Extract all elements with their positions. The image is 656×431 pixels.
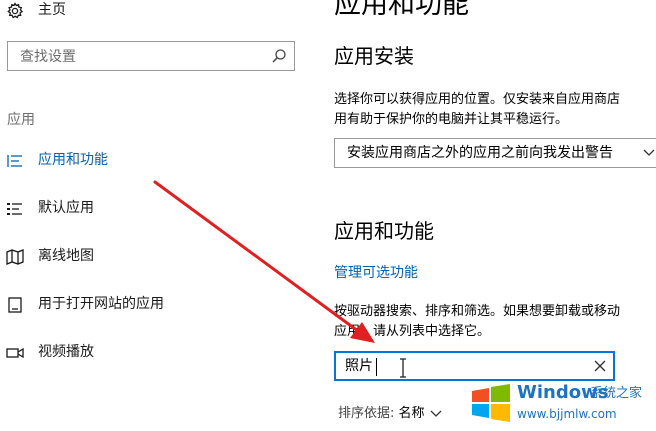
video-icon: [6, 347, 24, 359]
site-watermark: Windows 系统之家 www.bjjmlw.com: [466, 378, 656, 431]
sidebar-item-video-playback[interactable]: 视频播放: [0, 338, 300, 368]
gear-icon: [7, 2, 24, 19]
filter-description-line1: 按驱动器搜索、排序和筛选。如果想要卸载或移动: [334, 304, 621, 319]
search-icon[interactable]: [271, 48, 287, 64]
install-description-line2: 用有助于保护你的电脑并让其平稳运行。: [334, 112, 569, 127]
search-input-value: 照片: [345, 358, 373, 374]
dropdown-selected-value: 安装应用商店之外的应用之前向我发出警告: [347, 145, 613, 161]
app-install-source-dropdown[interactable]: 安装应用商店之外的应用之前向我发出警告: [334, 138, 656, 168]
sidebar-item-label: 用于打开网站的应用: [38, 296, 164, 312]
map-icon: [6, 249, 24, 265]
install-heading: 应用安装: [334, 44, 414, 68]
watermark-url: www.bjjmlw.com: [517, 407, 617, 421]
close-icon[interactable]: [593, 359, 607, 373]
list-icon: [7, 155, 22, 167]
sidebar-item-label: 默认应用: [38, 200, 94, 216]
chevron-down-icon: [430, 410, 442, 417]
sidebar-item-label: 视频播放: [38, 344, 94, 360]
install-description-line1: 选择你可以获得应用的位置。仅安装来自应用商店: [334, 92, 621, 107]
sidebar-item-apps-features[interactable]: 应用和功能: [0, 146, 300, 176]
website-apps-icon: [8, 297, 22, 313]
home-link[interactable]: 主页: [38, 0, 66, 20]
sidebar-item-label: 离线地图: [38, 248, 94, 264]
settings-search-box[interactable]: 查找设置: [7, 41, 295, 71]
settings-sidebar: 主页 查找设置 应用 应用和功能 默认应用 离线地图 用于打开网站的应用 视频播…: [0, 0, 320, 431]
manage-optional-features-link[interactable]: 管理可选功能: [334, 263, 418, 283]
text-caret: [376, 358, 377, 376]
sidebar-item-offline-maps[interactable]: 离线地图: [0, 242, 300, 272]
sidebar-item-website-apps[interactable]: 用于打开网站的应用: [0, 290, 300, 320]
sidebar-item-label: 应用和功能: [38, 152, 108, 168]
main-content: 应用和功能 应用安装 选择你可以获得应用的位置。仅安装来自应用商店 用有助于保护…: [320, 0, 656, 431]
app-search-input[interactable]: 照片: [334, 351, 615, 381]
sort-value: 名称: [398, 406, 425, 421]
search-placeholder: 查找设置: [20, 49, 76, 65]
windows-logo-icon: [472, 384, 510, 422]
ibeam-cursor-icon: [400, 358, 406, 378]
sidebar-item-default-apps[interactable]: 默认应用: [0, 194, 300, 224]
page-title: 应用和功能: [334, 0, 469, 20]
filter-description-line2: 应用，请从列表中选择它。: [334, 324, 491, 339]
apps-features-heading: 应用和功能: [334, 219, 434, 243]
chevron-down-icon: [643, 149, 655, 156]
watermark-brand-cn: 系统之家: [590, 386, 643, 401]
sort-label: 排序依据:: [338, 406, 395, 421]
default-apps-icon: [7, 203, 22, 215]
sort-by-control[interactable]: 排序依据: 名称: [338, 404, 443, 424]
section-label-apps: 应用: [7, 112, 35, 128]
